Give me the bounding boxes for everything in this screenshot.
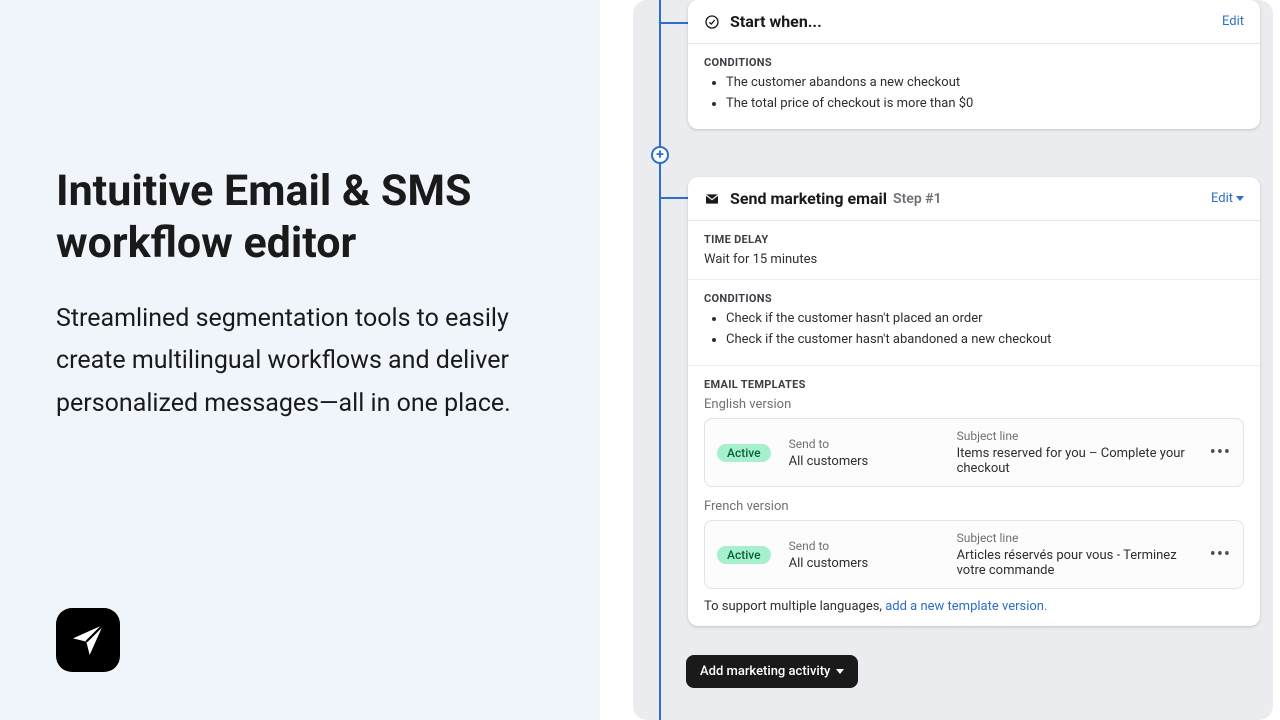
subject-label: Subject line [957, 531, 1192, 545]
card-header: Start when... Edit [688, 0, 1260, 44]
plus-icon: + [656, 148, 664, 162]
conditions-heading: CONDITIONS [704, 56, 1244, 69]
workflow-step-card: Send marketing email Step #1 Edit TIME D… [688, 177, 1260, 626]
subject-value: Items reserved for you – Complete your c… [957, 446, 1192, 476]
condition-item: The customer abandons a new checkout [726, 75, 1244, 90]
more-options-icon[interactable]: ••• [1210, 442, 1231, 463]
add-activity-label: Add marketing activity [700, 664, 830, 679]
send-to-label: Send to [789, 437, 939, 451]
step-number: Step #1 [893, 191, 942, 207]
hero-panel: Intuitive Email & SMS workflow editor St… [0, 0, 600, 720]
app-logo [56, 608, 120, 672]
workflow-start-card: Start when... Edit CONDITIONS The custom… [688, 0, 1260, 129]
subject-label: Subject line [957, 429, 1192, 443]
step-card-title: Send marketing email [730, 189, 887, 208]
caret-down-icon [1236, 196, 1244, 201]
edit-label: Edit [1211, 191, 1233, 206]
workflow-panel: + Start when... Edit CONDITIONS The cust… [600, 0, 1280, 720]
workflow-connector-branch [659, 197, 689, 199]
start-conditions-section: CONDITIONS The customer abandons a new c… [688, 44, 1260, 129]
workflow-connector-line [659, 0, 661, 720]
send-to-label: Send to [789, 539, 939, 553]
step-conditions-section: CONDITIONS Check if the customer hasn't … [688, 279, 1260, 365]
subject-value: Articles réservés pour vous - Terminez v… [957, 548, 1192, 578]
condition-item: Check if the customer hasn't placed an o… [726, 311, 1244, 326]
add-marketing-activity-button[interactable]: Add marketing activity [686, 655, 858, 688]
email-template-row[interactable]: Active Send to All customers Subject lin… [704, 418, 1244, 487]
paper-plane-icon [68, 620, 108, 660]
workflow-connector-branch [659, 22, 689, 24]
status-badge: Active [717, 546, 771, 564]
add-step-button[interactable]: + [651, 146, 669, 164]
workflow-canvas: + Start when... Edit CONDITIONS The cust… [633, 0, 1273, 720]
hero-title: Intuitive Email & SMS workflow editor [56, 165, 544, 270]
start-conditions-list: The customer abandons a new checkout The… [704, 75, 1244, 111]
multi-language-note: To support multiple languages, add a new… [704, 599, 1244, 614]
send-to-value: All customers [789, 556, 939, 571]
send-to-value: All customers [789, 454, 939, 469]
step-conditions-list: Check if the customer hasn't placed an o… [704, 311, 1244, 347]
condition-item: The total price of checkout is more than… [726, 96, 1244, 111]
template-lang-label: French version [704, 499, 1244, 514]
more-options-icon[interactable]: ••• [1210, 544, 1231, 565]
status-badge: Active [717, 444, 771, 462]
email-template-row[interactable]: Active Send to All customers Subject lin… [704, 520, 1244, 589]
time-delay-heading: TIME DELAY [704, 233, 1244, 246]
edit-step-button[interactable]: Edit [1211, 191, 1244, 206]
templates-heading: EMAIL TEMPLATES [704, 378, 1244, 391]
edit-start-button[interactable]: Edit [1222, 14, 1244, 29]
time-delay-section: TIME DELAY Wait for 15 minutes [688, 221, 1260, 279]
conditions-heading: CONDITIONS [704, 292, 1244, 305]
caret-down-icon [836, 669, 844, 674]
time-delay-text: Wait for 15 minutes [704, 252, 1244, 267]
check-circle-icon [704, 14, 720, 30]
template-lang-label: English version [704, 397, 1244, 412]
multi-language-prefix: To support multiple languages, [704, 599, 885, 614]
email-icon [704, 191, 720, 207]
email-templates-section: EMAIL TEMPLATES English version Active S… [688, 365, 1260, 626]
add-template-version-link[interactable]: add a new template version. [885, 599, 1047, 614]
condition-item: Check if the customer hasn't abandoned a… [726, 332, 1244, 347]
hero-subtitle: Streamlined segmentation tools to easily… [56, 298, 526, 426]
card-header: Send marketing email Step #1 Edit [688, 177, 1260, 221]
start-card-title: Start when... [730, 12, 822, 31]
